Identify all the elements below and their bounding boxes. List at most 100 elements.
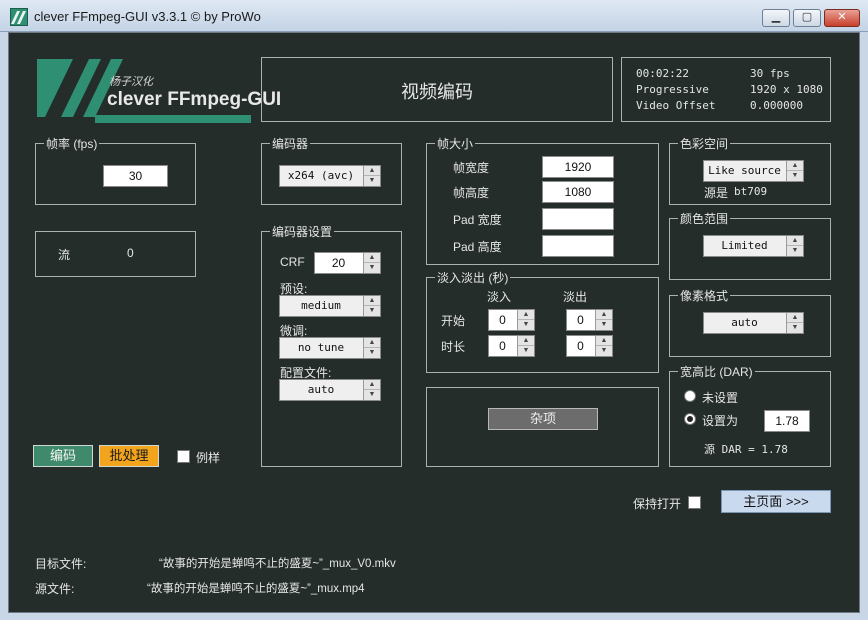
tune-select[interactable]: no tune ▲ ▼ xyxy=(279,337,381,359)
color-range-select[interactable]: Limited ▲ ▼ xyxy=(703,235,804,257)
fade-in-start-stepper[interactable]: 0 ▲ ▼ xyxy=(488,309,535,331)
fade-out-start-value: 0 xyxy=(577,313,584,327)
pad-width-label: Pad 宽度 xyxy=(453,213,502,227)
fade-in-duration-spinner[interactable]: ▲ ▼ xyxy=(517,336,534,356)
batch-button[interactable]: 批处理 xyxy=(99,445,159,467)
aspect-set-radio[interactable] xyxy=(684,413,696,425)
codec-select[interactable]: x264 (avc) ▲ ▼ xyxy=(279,165,381,187)
pixel-format-select[interactable]: auto ▲ ▼ xyxy=(703,312,804,334)
aspect-unset-radio[interactable] xyxy=(684,390,696,402)
pixel-format-spinner[interactable]: ▲ ▼ xyxy=(786,313,803,333)
tune-spinner[interactable]: ▲ ▼ xyxy=(363,338,380,358)
crf-stepper[interactable]: 20 ▲ ▼ xyxy=(314,252,381,274)
codec-spinner[interactable]: ▲ ▼ xyxy=(363,166,380,186)
color-range-legend: 颜色范围 xyxy=(678,210,731,227)
fade-out-duration-stepper[interactable]: 0 ▲ ▼ xyxy=(566,335,613,357)
preset-select-value: medium xyxy=(301,299,341,312)
preset-spinner[interactable]: ▲ ▼ xyxy=(363,296,380,316)
aspect-group: 宽高比 (DAR) 未设置 设置为 1.78 源 DAR = 1.78 xyxy=(669,363,831,467)
codec-legend: 编码器 xyxy=(270,135,311,152)
pad-height-input[interactable] xyxy=(542,235,614,257)
framerate-group: 帧率 (fps) 30 xyxy=(35,135,196,205)
codec-settings-group: 编码器设置 CRF 20 ▲ ▼ 预设: medium ▲ ▼ 微调: no tun… xyxy=(261,223,402,467)
fade-group: 淡入淡出 (秒) 淡入 淡出 开始 0 ▲ ▼ 0 ▲ ▼ 时长 0 ▲ ▼ 0 ▲ ▼ xyxy=(426,269,659,373)
crf-label: CRF xyxy=(280,255,305,269)
main-window: 杨子汉化 clever FFmpeg-GUI 视频编码 00:02:22 30 … xyxy=(8,32,860,613)
app-icon xyxy=(10,8,28,26)
profile-select[interactable]: auto ▲ ▼ xyxy=(279,379,381,401)
header-panel: 视频编码 xyxy=(261,57,613,122)
codec-select-value: x264 (avc) xyxy=(287,169,355,182)
fade-duration-label: 时长 xyxy=(441,340,466,354)
color-space-select[interactable]: Like source ▲ ▼ xyxy=(703,160,804,182)
preset-select[interactable]: medium ▲ ▼ xyxy=(279,295,381,317)
pixel-format-group: 像素格式 auto ▲ ▼ xyxy=(669,287,831,357)
frame-size-legend: 帧大小 xyxy=(435,135,476,152)
maximize-button[interactable]: ▢ xyxy=(793,9,821,27)
stream-group: 流 0 xyxy=(35,231,196,277)
sample-checkbox[interactable] xyxy=(177,450,190,463)
color-space-spinner[interactable]: ▲ ▼ xyxy=(786,161,803,181)
misc-button[interactable]: 杂项 xyxy=(488,408,598,430)
crf-value: 20 xyxy=(331,256,346,270)
profile-spinner[interactable]: ▲ ▼ xyxy=(363,380,380,400)
source-dar-text: 源 DAR = 1.78 xyxy=(704,443,788,456)
title-bar: clever FFmpeg-GUI v3.3.1 © by ProWo ▁ ▢ … xyxy=(0,0,868,32)
frame-height-input[interactable]: 1080 xyxy=(542,181,614,203)
target-file-label: 目标文件: xyxy=(35,557,87,571)
profile-select-value: auto xyxy=(307,383,335,396)
close-button[interactable]: ✕ xyxy=(824,9,860,27)
color-space-group: 色彩空间 Like source ▲ ▼ 源是 bt709 xyxy=(669,135,831,205)
fade-in-start-spinner[interactable]: ▲ ▼ xyxy=(517,310,534,330)
color-space-source-label: 源是 xyxy=(704,186,729,200)
duration-value: 00:02:22 xyxy=(636,67,689,80)
fade-in-duration-stepper[interactable]: 0 ▲ ▼ xyxy=(488,335,535,357)
color-range-spinner[interactable]: ▲ ▼ xyxy=(786,236,803,256)
fade-in-duration-value: 0 xyxy=(499,339,506,353)
source-file-value: “故事的开始是蝉鸣不止的盛夏~”_mux.mp4 xyxy=(147,583,365,595)
color-range-group: 颜色范围 Limited ▲ ▼ xyxy=(669,210,831,280)
logo-name: clever FFmpeg-GUI xyxy=(107,89,282,110)
fade-legend: 淡入淡出 (秒) xyxy=(435,269,511,286)
fade-out-start-spinner[interactable]: ▲ ▼ xyxy=(595,310,612,330)
source-file-label: 源文件: xyxy=(35,582,75,596)
keep-open-checkbox[interactable] xyxy=(688,496,701,509)
framerate-input[interactable]: 30 xyxy=(103,165,168,187)
sample-label: 例样 xyxy=(196,451,221,465)
frame-width-label: 帧宽度 xyxy=(453,161,490,175)
frame-height-label: 帧高度 xyxy=(453,186,490,200)
video-offset-value: 0.000000 xyxy=(750,99,803,112)
tune-select-value: no tune xyxy=(297,341,345,354)
color-space-source-value: bt709 xyxy=(734,185,768,198)
frame-size-group: 帧大小 帧宽度 1920 帧高度 1080 Pad 宽度 Pad 高度 xyxy=(426,135,659,265)
frame-width-input[interactable]: 1920 xyxy=(542,156,614,178)
scan-type: Progressive xyxy=(636,83,709,96)
color-range-select-value: Limited xyxy=(721,239,768,252)
fps-value: 30 fps xyxy=(750,67,790,80)
fade-out-duration-spinner[interactable]: ▲ ▼ xyxy=(595,336,612,356)
aspect-set-label: 设置为 xyxy=(702,414,739,428)
pad-width-input[interactable] xyxy=(542,208,614,230)
main-page-button[interactable]: 主页面 >>> xyxy=(721,490,831,513)
stream-value: 0 xyxy=(127,246,134,260)
encode-button[interactable]: 编码 xyxy=(33,445,93,467)
stream-label: 流 xyxy=(58,248,71,262)
pixel-format-select-value: auto xyxy=(731,316,758,329)
keep-open-label: 保持打开 xyxy=(633,497,682,511)
resolution-value: 1920 x 1080 xyxy=(750,83,823,96)
misc-group: 杂项 xyxy=(426,387,659,467)
fade-out-start-stepper[interactable]: 0 ▲ ▼ xyxy=(566,309,613,331)
fade-start-label: 开始 xyxy=(441,314,466,328)
media-info-panel: 00:02:22 30 fps Progressive 1920 x 1080 … xyxy=(621,57,831,122)
pixel-format-legend: 像素格式 xyxy=(678,287,731,304)
crf-spinner[interactable]: ▲ ▼ xyxy=(363,253,380,273)
minimize-button[interactable]: ▁ xyxy=(762,9,790,27)
aspect-legend: 宽高比 (DAR) xyxy=(678,363,755,380)
fade-in-start-value: 0 xyxy=(499,313,506,327)
window-title: clever FFmpeg-GUI v3.3.1 © by ProWo xyxy=(34,9,261,24)
fade-out-header: 淡出 xyxy=(563,290,588,304)
logo: 杨子汉化 clever FFmpeg-GUI xyxy=(35,55,281,127)
aspect-value-input[interactable]: 1.78 xyxy=(764,410,810,432)
page-title: 视频编码 xyxy=(401,82,473,102)
video-offset-label: Video Offset xyxy=(636,99,716,112)
